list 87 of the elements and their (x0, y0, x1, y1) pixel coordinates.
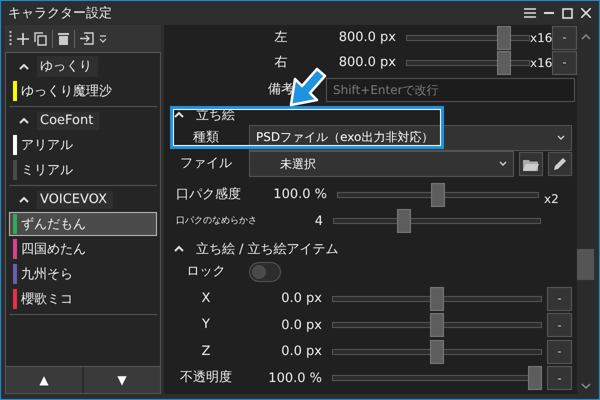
reset-button[interactable]: - (547, 313, 572, 338)
import-icon[interactable] (80, 32, 94, 45)
character-item[interactable]: ミリアル (9, 158, 157, 182)
slider-thumb[interactable] (430, 313, 444, 338)
value-text: 0.0 px (280, 291, 322, 306)
overflow-icon[interactable] (99, 34, 107, 42)
reset-button[interactable]: - (552, 26, 577, 50)
field-label: 種類 (192, 128, 220, 147)
character-item[interactable]: 四国めたん (9, 237, 157, 261)
multiplier-label: x16 (530, 30, 550, 44)
multiplier-label: x16 (530, 56, 550, 70)
value-text: 0.0 px (280, 344, 322, 360)
value-text: 100.0 % (267, 370, 322, 386)
value-text: 4 (314, 214, 323, 229)
plus-icon[interactable] (17, 32, 29, 44)
reset-button[interactable]: - (547, 340, 572, 364)
slider[interactable] (332, 366, 542, 390)
dropdown-value: 未選択 (279, 156, 317, 173)
slider[interactable] (406, 26, 530, 50)
folder-icon (523, 158, 539, 171)
reset-button[interactable]: - (552, 50, 577, 74)
section-title: 立ち絵 / 立ち絵アイテム (196, 241, 339, 258)
slider[interactable] (332, 340, 542, 364)
trash-icon[interactable] (58, 32, 69, 45)
reset-button[interactable]: - (547, 286, 572, 311)
chevron-down-icon (557, 134, 565, 141)
move-up-button[interactable]: ▲ (6, 367, 82, 393)
grip-icon[interactable] (9, 30, 12, 46)
collapse-icon[interactable] (19, 62, 29, 70)
value-text: 800.0 px (338, 30, 396, 45)
field-label: X (200, 290, 212, 308)
toggle-switch[interactable] (249, 262, 281, 282)
character-item[interactable]: 九州そら (9, 262, 157, 286)
window-title: キャラクター設定 (8, 5, 113, 22)
dropdown[interactable]: PSDファイル（exo出力非対応） (249, 124, 572, 151)
scroll-up-icon[interactable] (580, 33, 590, 41)
chevron-down-icon (499, 161, 507, 168)
note-field[interactable]: Shift+Enterで改行 (326, 78, 575, 102)
value-text: 0.0 px (280, 318, 322, 333)
slider-thumb[interactable] (431, 182, 445, 207)
reset-button[interactable]: - (547, 366, 572, 390)
group-label: CoeFont (37, 112, 100, 130)
field-label: ファイル (179, 155, 233, 174)
collapse-icon[interactable] (19, 196, 29, 204)
slider-thumb[interactable] (497, 50, 512, 74)
collapse-icon[interactable] (174, 111, 184, 119)
slider-thumb[interactable] (430, 340, 444, 364)
group-label: ゆっくり (37, 56, 98, 77)
field-label: 右 (274, 54, 288, 72)
field-label: 口パクのなめらかさ (176, 215, 257, 228)
multiplier-label: x2 (543, 192, 560, 206)
field-label: ロック (186, 263, 226, 282)
field-label: 不透明度 (179, 369, 233, 388)
scrollbar-thumb[interactable] (577, 249, 594, 280)
slider[interactable] (332, 286, 542, 311)
dropdown[interactable]: 未選択 (249, 151, 514, 178)
value-text: 800.0 px (338, 55, 396, 70)
copy-icon[interactable] (34, 32, 47, 46)
slider-thumb[interactable] (430, 286, 444, 311)
slider[interactable] (406, 50, 530, 74)
close-icon[interactable] (581, 8, 591, 18)
move-down-button[interactable]: ▼ (84, 367, 160, 393)
field-label: Y (201, 316, 211, 334)
slider[interactable] (333, 209, 541, 234)
maximize-icon[interactable] (562, 8, 573, 18)
slider[interactable] (332, 313, 542, 338)
field-label: 左 (274, 28, 288, 46)
value-text: 100.0 % (272, 187, 327, 202)
slider-thumb[interactable] (528, 366, 542, 390)
collapse-icon[interactable] (174, 245, 184, 254)
slider[interactable] (337, 182, 539, 207)
field-label: Z (200, 342, 212, 361)
field-label: 口パク感度 (176, 186, 241, 204)
character-item[interactable]: アリアル (9, 133, 157, 157)
character-item[interactable]: 櫻歌ミコ (9, 287, 157, 311)
menu-icon[interactable] (524, 8, 536, 18)
scroll-down-icon[interactable] (580, 382, 590, 390)
group-label: VOICEVOX (37, 190, 113, 208)
pencil-icon (553, 157, 567, 172)
slider-thumb[interactable] (397, 209, 412, 234)
character-item[interactable]: ずんだもん (9, 212, 157, 236)
character-item[interactable]: ゆっくり魔理沙 (9, 79, 157, 103)
dropdown-value: PSDファイル（exo出力非対応） (256, 129, 434, 146)
slider-thumb[interactable] (497, 26, 512, 50)
edit-button[interactable] (548, 152, 572, 176)
open-folder-button[interactable] (519, 152, 543, 176)
collapse-icon[interactable] (19, 116, 29, 124)
